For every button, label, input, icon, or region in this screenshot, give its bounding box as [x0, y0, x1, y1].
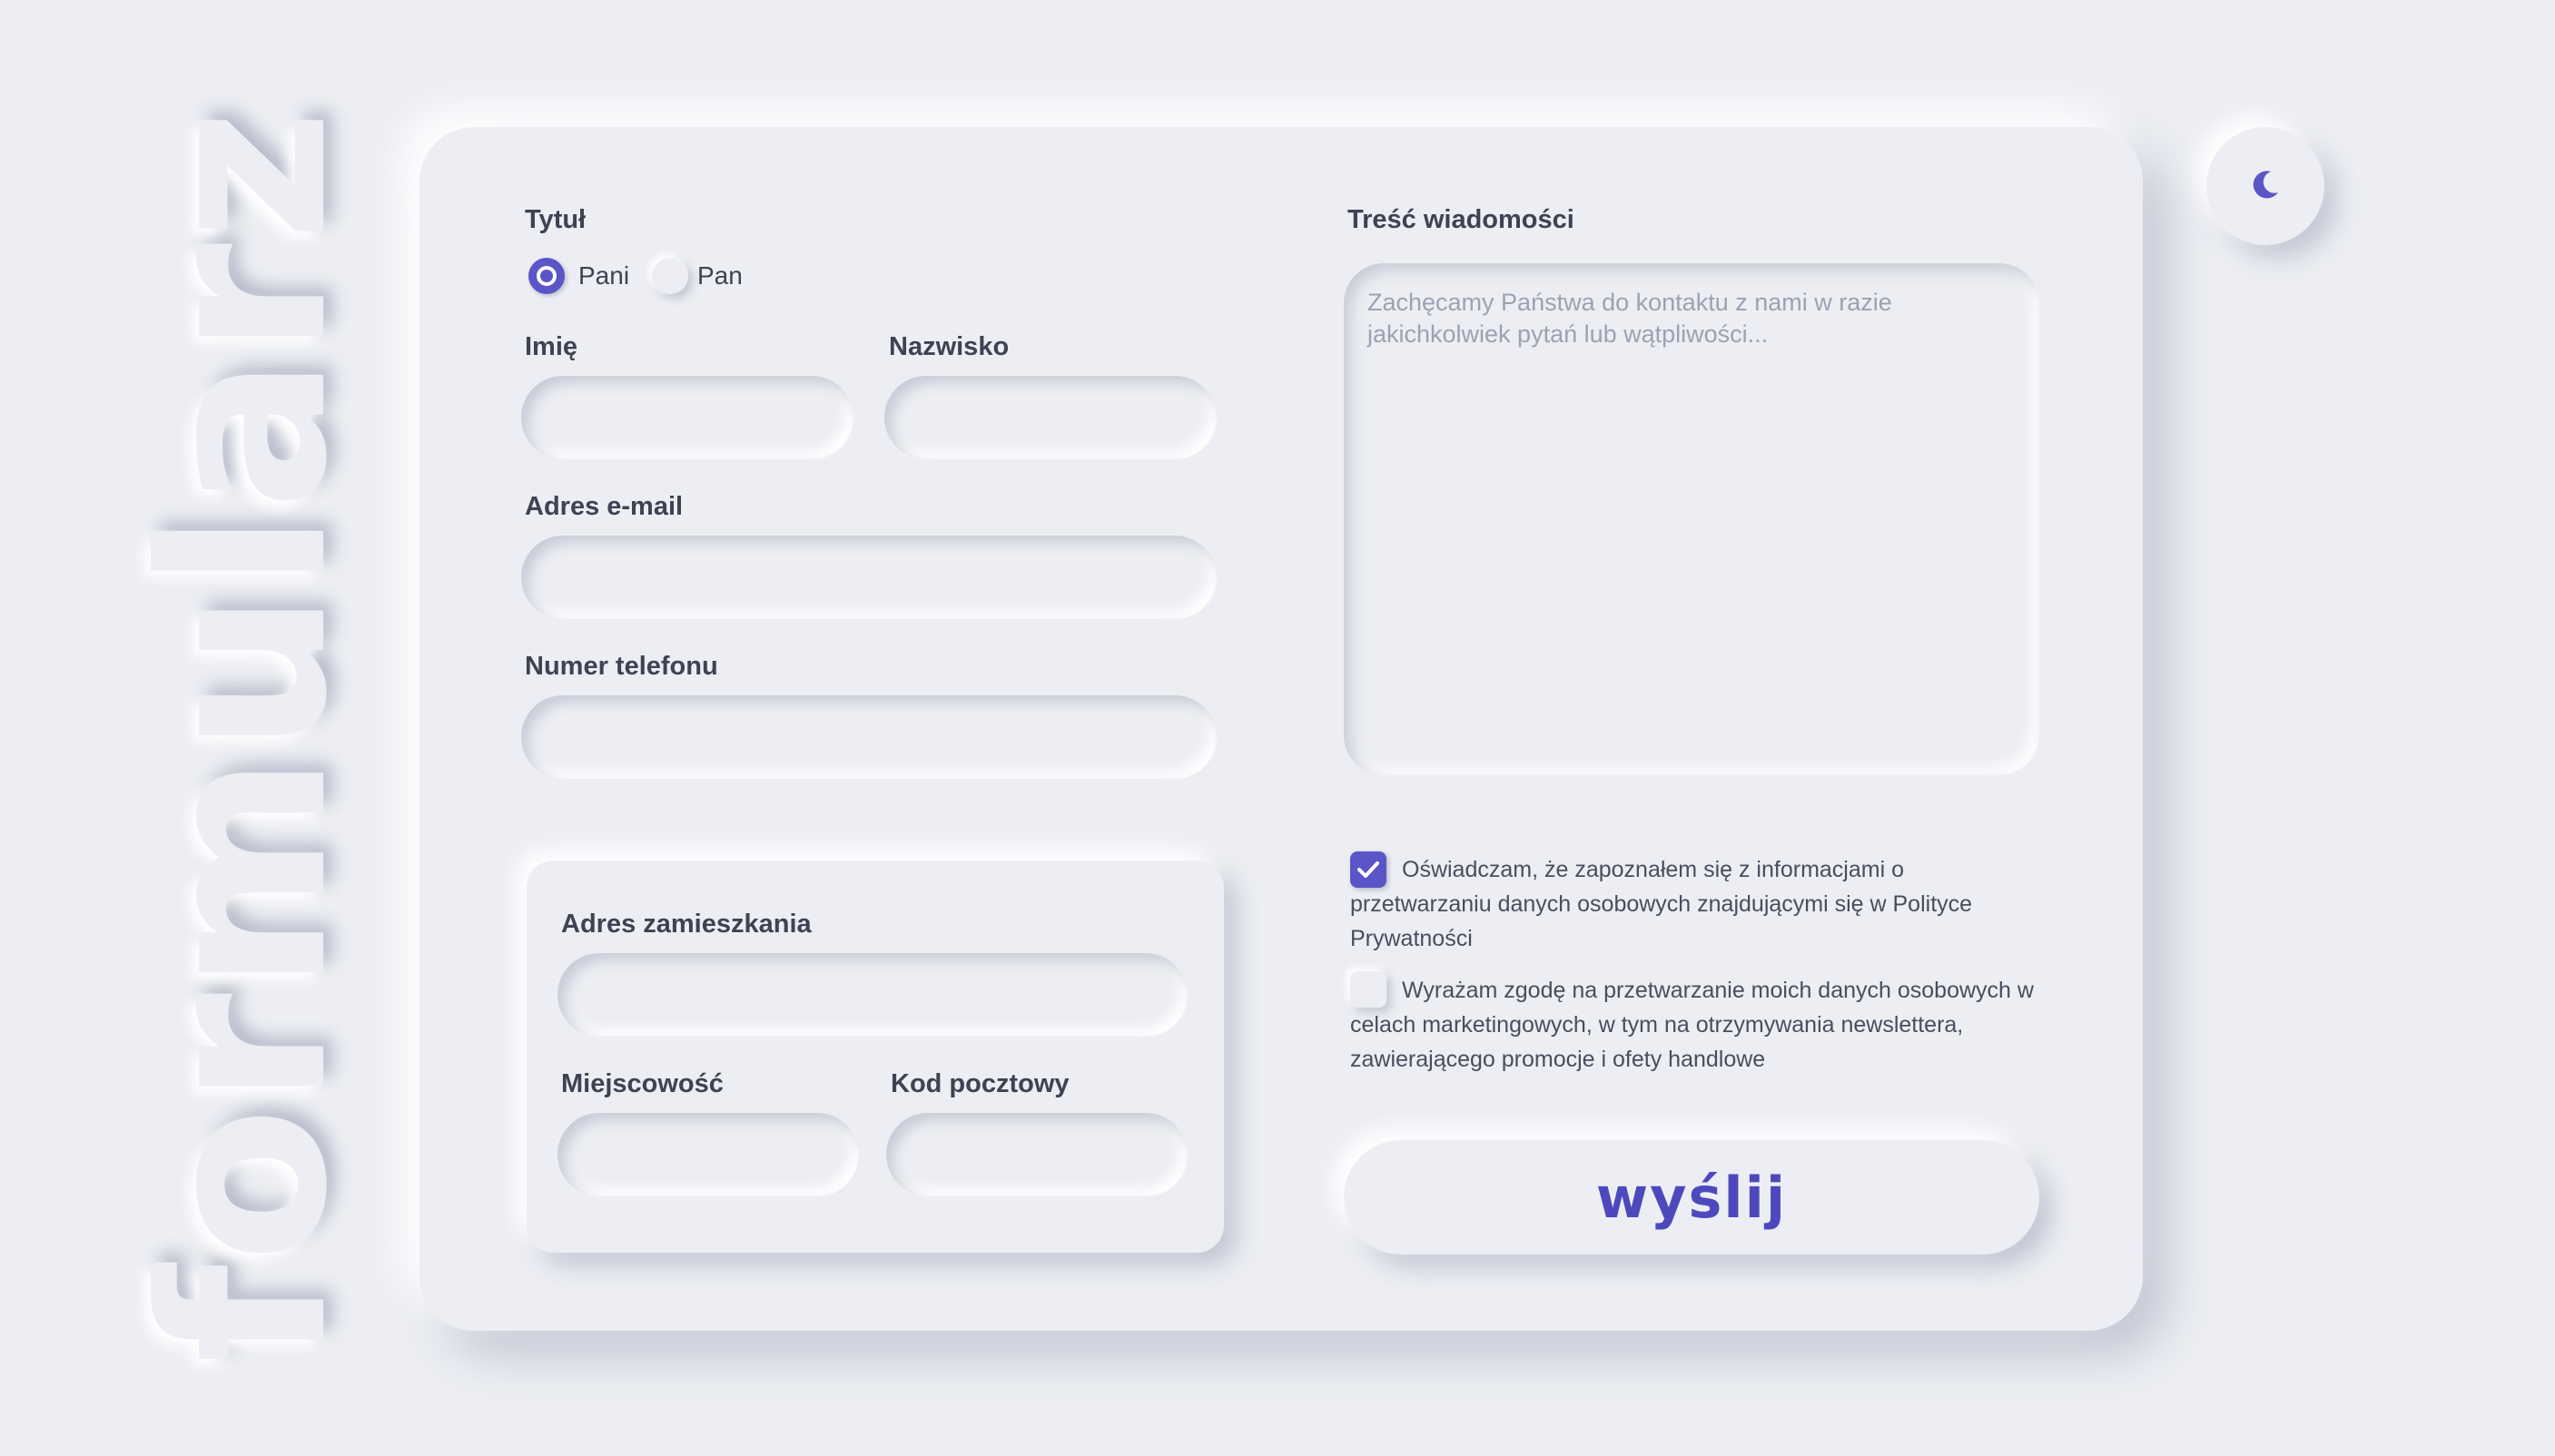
radio-pani[interactable] [528, 258, 565, 294]
submit-button[interactable]: wyślij [1344, 1140, 2039, 1254]
postal-code-label: Kod pocztowy [891, 1069, 1070, 1098]
last-name-label: Nazwisko [889, 332, 1010, 361]
radio-pan[interactable] [652, 258, 688, 294]
submit-label: wyślij [1595, 1164, 1788, 1231]
title-label: Tytuł [525, 205, 587, 234]
privacy-consent-text: Oświadczam, że zapoznałem się z informac… [1350, 857, 1973, 951]
email-field[interactable] [521, 536, 1217, 619]
message-label: Treść wiadomości [1347, 205, 1574, 234]
marketing-consent-text: Wyrażam zgodę na przetwarzanie moich dan… [1350, 978, 2034, 1072]
city-label: Miejscowość [561, 1069, 724, 1098]
moon-icon [2249, 168, 2282, 205]
postal-code-field[interactable] [886, 1113, 1188, 1196]
radio-pan-label: Pan [697, 261, 743, 290]
page: formularz Tytuł Pani Pan Imię Nazwisko A… [0, 0, 2555, 1456]
phone-field[interactable] [521, 695, 1217, 779]
theme-toggle-button[interactable] [2206, 127, 2324, 245]
side-title: formularz [113, 107, 377, 1363]
message-placeholder: Zachęcamy Państwa do kontaktu z nami w r… [1367, 289, 1892, 348]
phone-label: Numer telefonu [525, 652, 718, 681]
city-field[interactable] [557, 1113, 859, 1196]
radio-pani-label: Pani [578, 261, 630, 290]
last-name-field[interactable] [884, 376, 1217, 459]
first-name-field[interactable] [521, 376, 853, 459]
message-textarea[interactable]: Zachęcamy Państwa do kontaktu z nami w r… [1344, 263, 2039, 775]
street-field[interactable] [557, 953, 1188, 1037]
email-label: Adres e-mail [525, 492, 684, 521]
first-name-label: Imię [525, 332, 578, 361]
street-label: Adres zamieszkania [561, 910, 812, 939]
